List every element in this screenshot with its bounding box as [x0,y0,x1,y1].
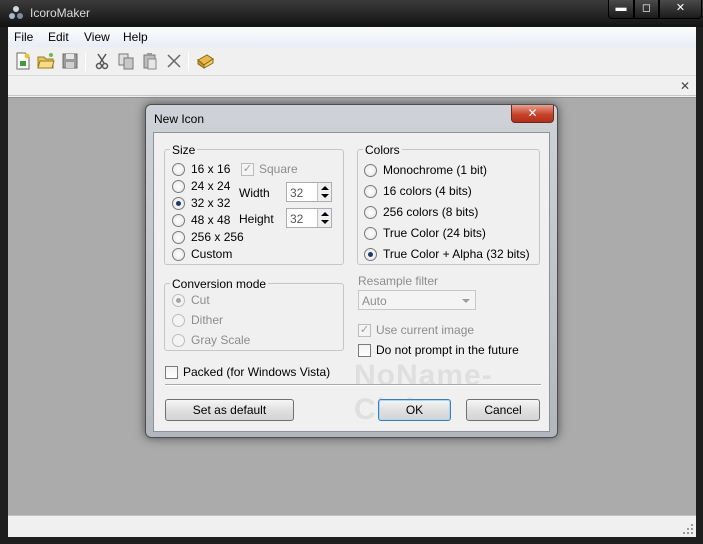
spin-down-icon[interactable] [321,220,329,224]
conversion-cut[interactable]: Cut [172,292,210,308]
spin-up-icon[interactable] [321,186,329,190]
square-checkbox[interactable]: ✓ Square [241,161,298,177]
colors-group-label: Colors [363,143,402,157]
width-spin-buttons[interactable] [317,183,331,201]
resize-grip-icon[interactable] [682,523,694,535]
new-icon-dialog: New Icon ✕ NoName-Club Size 16 x 16 24 x… [145,104,558,438]
size-group-label: Size [170,143,198,157]
size-option-256[interactable]: 256 x 256 [172,229,244,245]
width-stepper[interactable]: 32 [286,182,332,202]
copy-icon[interactable] [117,52,135,70]
menu-bar: File Edit View Help [8,27,696,47]
paste-icon[interactable] [141,52,159,70]
toolbar-separator [188,52,189,71]
color-option-16[interactable]: 16 colors (4 bits) [364,183,472,199]
radio-icon [172,313,185,327]
checkbox-empty-icon [358,343,371,357]
new-icon[interactable] [14,52,32,70]
use-current-image-checkbox[interactable]: ✓ Use current image [358,322,474,338]
packed-checkbox[interactable]: Packed (for Windows Vista) [165,364,330,380]
color-option-32bit[interactable]: True Color + Alpha (32 bits) [364,246,530,262]
do-not-prompt-checkbox[interactable]: Do not prompt in the future [358,342,519,358]
height-label: Height [239,212,274,226]
app-icon [9,6,23,19]
resample-filter-label: Resample filter [358,274,439,288]
cancel-button[interactable]: Cancel [466,399,540,421]
conversion-dither[interactable]: Dither [172,312,223,328]
radio-selected-icon [172,196,185,210]
radio-icon [364,184,377,198]
size-option-16[interactable]: 16 x 16 [172,161,230,177]
toolbar-separator [85,52,86,71]
color-option-256[interactable]: 256 colors (8 bits) [364,204,478,220]
radio-icon [172,333,185,347]
set-as-default-button[interactable]: Set as default [165,399,294,421]
chevron-down-icon [462,299,470,303]
check-icon: ✓ [241,162,254,176]
radio-icon [364,226,377,240]
toolbar [8,47,696,76]
radio-icon [172,213,185,227]
conversion-grayscale[interactable]: Gray Scale [172,332,250,348]
size-group: Size 16 x 16 24 x 24 32 x 32 48 x 48 256… [164,143,344,265]
close-document-icon[interactable]: ✕ [680,79,690,93]
dialog-body: NoName-Club Size 16 x 16 24 x 24 32 x 32… [153,132,550,432]
menu-file[interactable]: File [14,30,33,44]
menu-edit[interactable]: Edit [48,30,69,44]
delete-icon[interactable] [165,52,183,70]
dialog-divider [165,384,541,386]
spin-up-icon[interactable] [321,212,329,216]
colors-group: Colors Monochrome (1 bit) 16 colors (4 b… [357,143,540,265]
dialog-close-button[interactable]: ✕ [511,105,554,123]
width-label: Width [239,186,270,200]
radio-selected-icon [172,293,185,307]
size-option-24[interactable]: 24 x 24 [172,178,230,194]
spin-down-icon[interactable] [321,194,329,198]
save-icon[interactable] [61,52,79,70]
conversion-mode-group: Conversion mode Cut Dither Gray Scale [164,277,344,351]
radio-icon [172,162,185,176]
window-title: IcoroMaker [30,6,91,20]
radio-icon [364,163,377,177]
color-option-mono[interactable]: Monochrome (1 bit) [364,162,487,178]
size-option-custom[interactable]: Custom [172,246,232,262]
width-value: 32 [290,186,304,200]
resample-filter-value: Auto [362,294,387,308]
radio-selected-icon [364,247,377,261]
radio-icon [172,247,185,261]
menu-view[interactable]: View [84,30,110,44]
resample-filter-select[interactable]: Auto [358,290,476,310]
document-tab-bar: ✕ [8,77,696,96]
size-option-48[interactable]: 48 x 48 [172,212,230,228]
minimize-button[interactable]: ▬ [608,0,634,19]
open-icon[interactable] [37,52,55,70]
height-value: 32 [290,212,304,226]
status-bar [8,515,696,537]
radio-icon [172,179,185,193]
close-button[interactable]: ✕ [659,0,702,19]
radio-icon [364,205,377,219]
radio-icon [172,230,185,244]
ok-button[interactable]: OK [378,399,451,421]
extract-icon[interactable] [196,52,214,70]
conversion-mode-label: Conversion mode [170,277,269,291]
checkbox-empty-icon [165,365,178,379]
dialog-title: New Icon [154,112,205,126]
check-icon: ✓ [358,323,371,337]
size-option-32[interactable]: 32 x 32 [172,195,230,211]
maximize-button[interactable]: ◻ [634,0,659,19]
height-stepper[interactable]: 32 [286,208,332,228]
title-bar[interactable]: IcoroMaker ▬ ◻ ✕ [0,0,703,27]
menu-help[interactable]: Help [123,30,148,44]
cut-icon[interactable] [93,52,111,70]
color-option-24bit[interactable]: True Color (24 bits) [364,225,486,241]
height-spin-buttons[interactable] [317,209,331,227]
